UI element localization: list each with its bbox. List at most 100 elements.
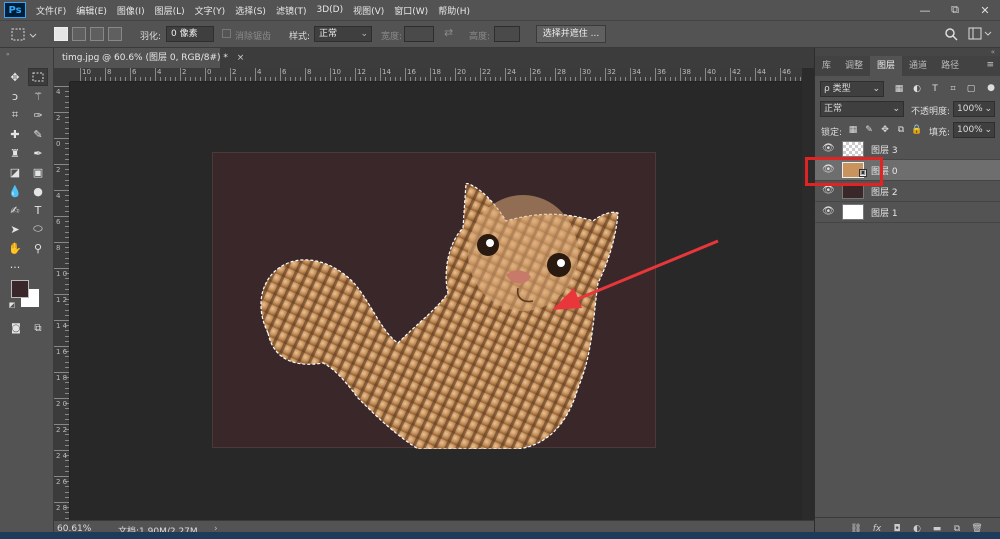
ruler-tick — [65, 288, 69, 290]
eyedropper-icon[interactable]: ✑ — [28, 106, 48, 124]
dodge-tool-icon[interactable]: ● — [28, 182, 48, 200]
default-colors-icon[interactable]: ◩ — [6, 300, 18, 310]
ruler-tick — [200, 77, 201, 81]
lock-position-icon[interactable]: ✥ — [879, 124, 891, 136]
screen-mode-icon[interactable]: ⧉ — [28, 319, 48, 337]
search-icon[interactable] — [944, 27, 958, 41]
menu-filter[interactable]: 滤镜(T) — [276, 4, 307, 17]
filter-type-icon[interactable]: T — [929, 83, 941, 95]
menu-edit[interactable]: 编辑(E) — [76, 4, 107, 17]
filter-toggle-icon[interactable]: ● — [985, 82, 997, 94]
brush-tool-icon[interactable]: ✎ — [28, 125, 48, 143]
tab-layers[interactable]: 图层 — [870, 56, 903, 76]
filter-pixel-icon[interactable]: ▦ — [893, 83, 905, 95]
crop-tool-icon[interactable]: ⌗ — [5, 106, 25, 124]
marquee-preset-icon[interactable] — [10, 27, 40, 43]
ruler-tick — [54, 190, 69, 191]
opacity-input[interactable]: 100% ⌄ — [953, 101, 995, 117]
layer-row-1[interactable]: 👁 图层 1 — [815, 202, 1000, 223]
filter-shape-icon[interactable]: ⌗ — [947, 83, 959, 95]
filter-kind-select[interactable]: ρ 类型 ⌄ — [820, 81, 884, 97]
healing-brush-icon[interactable]: ✚ — [5, 125, 25, 143]
lock-artboard-icon[interactable]: ⧉ — [895, 124, 907, 136]
intersect-selection-button[interactable] — [108, 27, 122, 41]
zoom-tool-icon[interactable]: ⚲ — [28, 239, 48, 257]
canvas-scrollbar[interactable] — [802, 68, 814, 520]
type-tool-icon[interactable]: T — [28, 201, 48, 219]
tab-library[interactable]: 库 — [815, 56, 838, 76]
ruler-tick — [65, 96, 69, 98]
lock-transparent-icon[interactable]: ▦ — [847, 124, 859, 136]
style-select[interactable]: 正常 ⌄ — [314, 26, 372, 42]
menu-layer[interactable]: 图层(L) — [155, 4, 185, 17]
tab-adjustments[interactable]: 调整 — [838, 56, 870, 76]
lock-pixels-icon[interactable]: ✎ — [863, 124, 875, 136]
foreground-color-swatch[interactable] — [11, 280, 29, 298]
tab-paths[interactable]: 路径 — [934, 56, 966, 76]
tools-collapse-icon[interactable]: » — [6, 51, 46, 58]
ruler-tick — [260, 77, 261, 81]
panel-menu-icon[interactable]: ≡ — [986, 60, 994, 70]
document-tab[interactable]: timg.jpg @ 60.6% (图层 0, RGB/8#) * × — [54, 48, 244, 68]
blend-mode-select[interactable]: 正常 ⌄ — [820, 101, 904, 117]
magic-wand-icon[interactable]: ⚚ — [28, 87, 48, 105]
menu-image[interactable]: 图像(I) — [117, 4, 145, 17]
antialias-checkbox[interactable] — [222, 29, 231, 38]
menu-window[interactable]: 窗口(W) — [394, 4, 428, 17]
visibility-eye-icon[interactable]: 👁 — [822, 185, 835, 197]
visibility-eye-icon[interactable]: 👁 — [822, 143, 835, 155]
visibility-eye-icon[interactable]: 👁 — [822, 206, 835, 218]
menu-type[interactable]: 文字(Y) — [195, 4, 226, 17]
lock-all-icon[interactable]: 🔒 — [911, 124, 923, 136]
ruler-label: 6 — [56, 218, 61, 226]
minimize-button[interactable]: — — [910, 0, 940, 20]
menu-view[interactable]: 视图(V) — [353, 4, 384, 17]
workspace-icon[interactable] — [968, 27, 994, 41]
eraser-tool-icon[interactable]: ◪ — [5, 163, 25, 181]
gradient-tool-icon[interactable]: ▣ — [28, 163, 48, 181]
move-tool-icon[interactable]: ✥ — [5, 68, 25, 86]
fill-input[interactable]: 100% ⌄ — [953, 122, 995, 138]
history-brush-icon[interactable]: ✒ — [28, 144, 48, 162]
ruler-tick — [65, 101, 69, 103]
shape-tool-icon[interactable]: ⬭ — [28, 220, 48, 238]
path-selection-icon[interactable]: ➤ — [5, 220, 25, 238]
filter-adjustment-icon[interactable]: ◐ — [911, 83, 923, 95]
height-input[interactable] — [494, 26, 520, 42]
menu-help[interactable]: 帮助(H) — [438, 4, 470, 17]
filter-smart-object-icon[interactable]: ▢ — [965, 83, 977, 95]
ruler-label: 20 — [457, 68, 466, 76]
marquee-tool-icon[interactable] — [28, 68, 48, 86]
vertical-ruler[interactable]: 4 2 0 2 4 6 8 1 0 1 2 1 4 1 6 1 8 2 0 2 2 2 4 2 6 2 8 — [54, 82, 70, 520]
hand-tool-icon[interactable]: ✋ — [5, 239, 25, 257]
ruler-tick — [435, 77, 436, 81]
add-selection-button[interactable] — [72, 27, 86, 41]
close-button[interactable]: ✕ — [970, 0, 1000, 20]
restore-button[interactable]: ⧉ — [940, 0, 970, 20]
new-selection-button[interactable] — [54, 27, 68, 41]
chevron-down-icon: ⌄ — [872, 84, 880, 94]
tab-close-icon[interactable]: × — [237, 53, 245, 63]
menu-select[interactable]: 选择(S) — [235, 4, 266, 17]
ruler-label: 26 — [532, 68, 541, 76]
ruler-label: 42 — [732, 68, 741, 76]
menu-3d[interactable]: 3D(D) — [316, 5, 343, 15]
menu-file[interactable]: 文件(F) — [36, 4, 66, 17]
tab-channels[interactable]: 通道 — [902, 56, 934, 76]
quick-mask-icon[interactable]: ◙ — [6, 319, 26, 337]
pen-tool-icon[interactable]: ✍ — [5, 201, 25, 219]
ruler-tick — [590, 77, 591, 81]
layer-name: 图层 1 — [871, 209, 898, 219]
more-tools-icon[interactable]: ··· — [5, 258, 25, 276]
width-input[interactable] — [404, 26, 434, 42]
select-and-mask-button[interactable]: 选择并遮住 ... — [536, 25, 606, 43]
antialias-label: 消除锯齿 — [235, 32, 272, 42]
clone-stamp-icon[interactable]: ♜ — [5, 144, 25, 162]
feather-input[interactable]: 0 像素 — [166, 26, 214, 42]
panel-collapse-icon[interactable]: « — [815, 48, 1000, 56]
swap-icon[interactable]: ⇄ — [444, 26, 453, 39]
subtract-selection-button[interactable] — [90, 27, 104, 41]
lasso-tool-icon[interactable]: ↄ — [5, 87, 25, 105]
blur-tool-icon[interactable]: 💧 — [5, 182, 25, 200]
horizontal-ruler[interactable]: 10 8 6 4 2 0 2 4 6 8 10 12 14 16 18 20 22 24 26 28 30 32 34 36 3… — [70, 68, 802, 82]
